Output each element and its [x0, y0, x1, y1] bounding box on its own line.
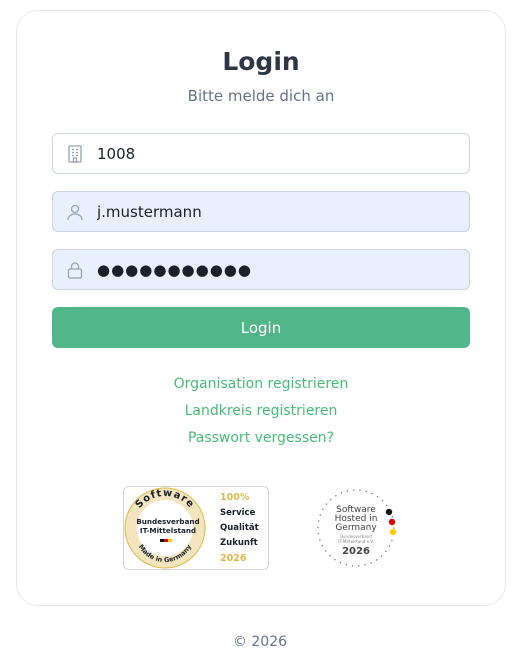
login-subtitle: Bitte melde dich an — [187, 87, 335, 105]
user-icon — [53, 203, 97, 221]
password-input[interactable] — [97, 250, 469, 289]
badge1-year: 2026 — [220, 553, 247, 564]
footer-copyright: © 2026 — [232, 634, 288, 650]
badge1-service: Service — [220, 508, 256, 518]
badge1-quality: Qualität — [220, 523, 259, 533]
software-made-in-germany-badge[interactable]: Software Made in Germany Bundesverband I… — [123, 486, 269, 570]
organisation-input[interactable] — [97, 134, 469, 173]
badge2-year: 2026 — [342, 546, 370, 557]
badge1-percent: 100% — [220, 492, 250, 503]
badge1-line2: IT-Mittelstand — [140, 526, 196, 535]
login-card: Login Bitte melde dich an 1008 j.musterm… — [16, 10, 506, 606]
software-hosted-in-germany-badge[interactable]: Software Hosted in Germany Bundesverband… — [315, 487, 401, 569]
badge2-small2: IT-Mittelstand e.V. — [338, 539, 374, 544]
badge2-line3: Germany — [335, 523, 377, 533]
lock-icon — [53, 261, 97, 279]
badge1-line1: Bundesverband — [136, 517, 199, 526]
organisation-field[interactable] — [52, 133, 470, 174]
badge1-future: Zukunft — [220, 538, 258, 548]
password-field[interactable] — [52, 249, 470, 290]
login-title: Login — [222, 47, 300, 76]
login-button[interactable]: Login — [52, 307, 470, 348]
register-organisation-link[interactable]: Organisation registrieren — [17, 376, 505, 392]
forgot-password-link[interactable]: Passwort vergessen? — [17, 430, 505, 446]
username-field[interactable] — [52, 191, 470, 232]
register-district-link[interactable]: Landkreis registrieren — [17, 403, 505, 419]
building-icon — [53, 144, 97, 163]
username-input[interactable] — [97, 192, 469, 231]
